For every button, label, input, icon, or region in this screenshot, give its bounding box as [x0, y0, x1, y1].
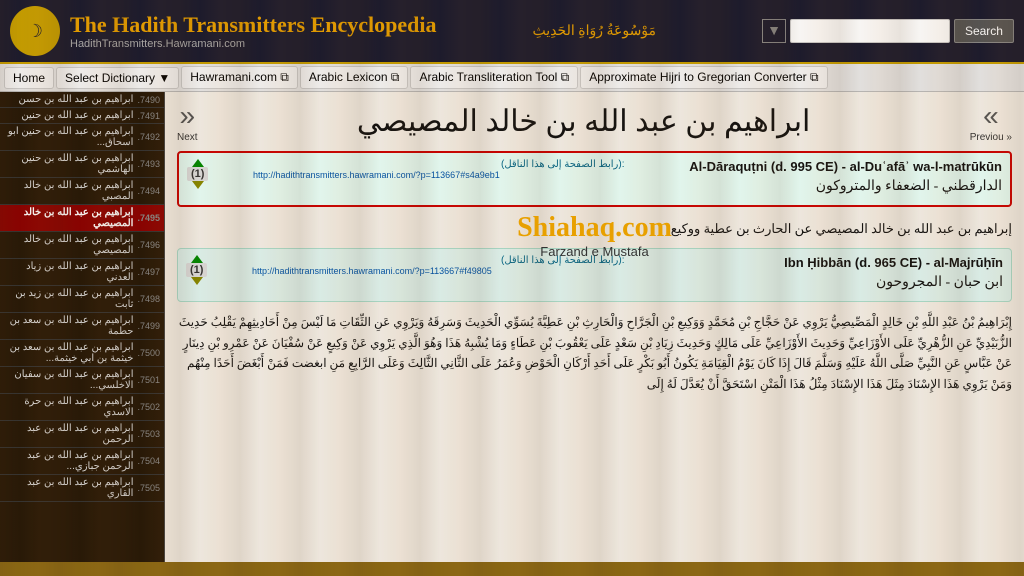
list-item[interactable]: .7502 ابراهيم بن عبد الله بن حرة الاسدي — [0, 394, 164, 421]
entry-source-2: Ibn Ḥibbān (d. 965 CE) - al-Majrūḥīn ابن… — [631, 255, 1004, 291]
nav-hijri[interactable]: Approximate Hijri to Gregorian Converter… — [580, 66, 827, 89]
source-title-2: Ibn Ḥibbān (d. 965 CE) - al-Majrūḥīn — [631, 255, 1004, 270]
rank-down-icon[interactable] — [192, 181, 204, 189]
nav-transliteration[interactable]: Arabic Transliteration Tool ⧉ — [410, 66, 578, 89]
list-item[interactable]: .7493 ابراهيم بن عبد الله بن حنين الهاشم… — [0, 151, 164, 178]
rank-number-1: (1) — [187, 167, 208, 181]
rank-down-icon-2[interactable] — [191, 277, 203, 285]
list-item[interactable]: .7505 ابراهيم بن عبد الله بن عبد القاري — [0, 475, 164, 502]
list-item[interactable]: .7499 ابراهيم بن عبد الله بن سعد بن حطمة — [0, 313, 164, 340]
list-item[interactable]: .7496 ابراهيم بن عبد الله بن خالد المصيص… — [0, 232, 164, 259]
site-title: The Hadith Transmitters Encyclopedia — [70, 12, 436, 38]
content-area: » « Previou ابراهيم بن عبد الله بن خالد … — [165, 92, 1024, 562]
page-title: ابراهيم بن عبد الله بن خالد المصيصي — [357, 104, 810, 139]
list-item[interactable]: .7494 ابراهيم بن عبد الله بن خالد المصبي — [0, 178, 164, 205]
list-item[interactable]: .7503 ابراهيم بن عبد الله بن عبد الرحمن — [0, 421, 164, 448]
entry-left-2: (1) — [186, 255, 246, 285]
search-button[interactable]: Search — [954, 19, 1014, 43]
entry-url-2[interactable]: http://hadithtransmitters.hawramani.com/… — [252, 266, 625, 276]
list-item[interactable]: .7504 ابراهيم بن عبد الله بن عبد الرحمن … — [0, 448, 164, 475]
site-header: ☽ The Hadith Transmitters Encyclopedia H… — [0, 0, 1024, 64]
list-item[interactable]: .7490 ابراهيم بن عبد الله بن حسن — [0, 92, 164, 108]
list-item[interactable]: .7491 ابراهيم بن عبد الله بن حنين — [0, 108, 164, 124]
main-layout: .7490 ابراهيم بن عبد الله بن حسن .7491 ا… — [0, 92, 1024, 562]
entry-right-2: :(رابط الصفحة إلى هذا الناقل) http://had… — [252, 255, 625, 276]
rank-up-icon-2[interactable] — [191, 255, 203, 263]
search-dropdown-icon[interactable]: ▼ — [762, 19, 786, 43]
list-item-active[interactable]: .7495 ابراهيم بن عبد الله بن خالد المصيص… — [0, 205, 164, 232]
nav-dictionary[interactable]: Select Dictionary ▼ — [56, 67, 179, 89]
nav-hawramani[interactable]: Hawramani.com ⧉ — [181, 66, 298, 89]
rank-number-2: (1) — [186, 263, 207, 277]
arabic-source-1: الدارقطني - الضعفاء والمتروكون — [631, 178, 1003, 195]
list-item[interactable]: .7501 ابراهيم بن عبد الله بن سفيان الاخل… — [0, 367, 164, 394]
navbar: Home Select Dictionary ▼ Hawramani.com ⧉… — [0, 64, 1024, 92]
arabic-tagline: مَوْسُوعَةُ رُوَاةِ الحَدِيثِ — [533, 23, 656, 40]
nav-home[interactable]: Home — [4, 67, 54, 89]
entry-url-1[interactable]: http://hadithtransmitters.hawramani.com/… — [253, 170, 625, 180]
page-navigation: » « Previou ابراهيم بن عبد الله بن خالد … — [177, 100, 1012, 143]
logo-area: The Hadith Transmitters Encyclopedia Had… — [70, 12, 436, 50]
permalink-label-2: :(رابط الصفحة إلى هذا الناقل) — [252, 255, 625, 266]
entry-header-2: (1) :(رابط الصفحة إلى هذا الناقل) http:/… — [186, 255, 1003, 291]
entry-left-1: (1) — [187, 159, 247, 189]
list-item[interactable]: .7500 ابراهيم بن عبد الله بن سعد بن خيثم… — [0, 340, 164, 367]
permalink-label-1: :(رابط الصفحة إلى هذا الناقل) — [253, 159, 625, 170]
rank-up-icon[interactable] — [192, 159, 204, 167]
search-area: ▼ Search — [762, 19, 1014, 43]
prev-button[interactable]: » « Previou — [970, 100, 1012, 143]
rank-arrows-2: (1) — [186, 255, 207, 285]
next-button[interactable]: « Next — [177, 100, 198, 143]
arabic-source-2: ابن حبان - المجروحون — [631, 274, 1004, 291]
source-title-1: Al-Dāraquṭni (d. 995 CE) - al-Duʿafāʾ wa… — [631, 159, 1003, 174]
entry-right-1: :(رابط الصفحة إلى هذا الناقل) http://had… — [253, 159, 625, 180]
search-input[interactable] — [790, 19, 950, 43]
rank-arrows-1: (1) — [187, 159, 208, 189]
entry-header-1: (1) :(رابط الصفحة إلى هذا الناقل) http:/… — [187, 159, 1002, 195]
entry-block-1: (1) :(رابط الصفحة إلى هذا الناقل) http:/… — [177, 151, 1012, 207]
logo-icon: ☽ — [10, 6, 60, 56]
list-item[interactable]: .7497 ابراهيم بن عبد الله بن زياد العدني — [0, 259, 164, 286]
site-url: HadithTransmitters.Hawramani.com — [70, 38, 245, 50]
entry-block-2: (1) :(رابط الصفحة إلى هذا الناقل) http:/… — [177, 248, 1012, 302]
nav-arabic-lexicon[interactable]: Arabic Lexicon ⧉ — [300, 66, 409, 89]
list-item[interactable]: .7498 ابراهيم بن عبد الله بن زيد بن ثابت — [0, 286, 164, 313]
sidebar: .7490 ابراهيم بن عبد الله بن حسن .7491 ا… — [0, 92, 165, 562]
list-item[interactable]: .7492 ابراهيم بن عبد الله بن حنين ابو اس… — [0, 124, 164, 151]
arabic-text-2: إِبْرَاهِيمُ بْنُ عَبْدِ اللَّهِ بْنِ خَ… — [177, 312, 1012, 394]
entry-source-1: Al-Dāraquṭni (d. 995 CE) - al-Duʿafāʾ wa… — [631, 159, 1003, 195]
arabic-text-1: إبراهيم بن عبد الله بن خالد المصيصي عن ا… — [177, 217, 1012, 240]
